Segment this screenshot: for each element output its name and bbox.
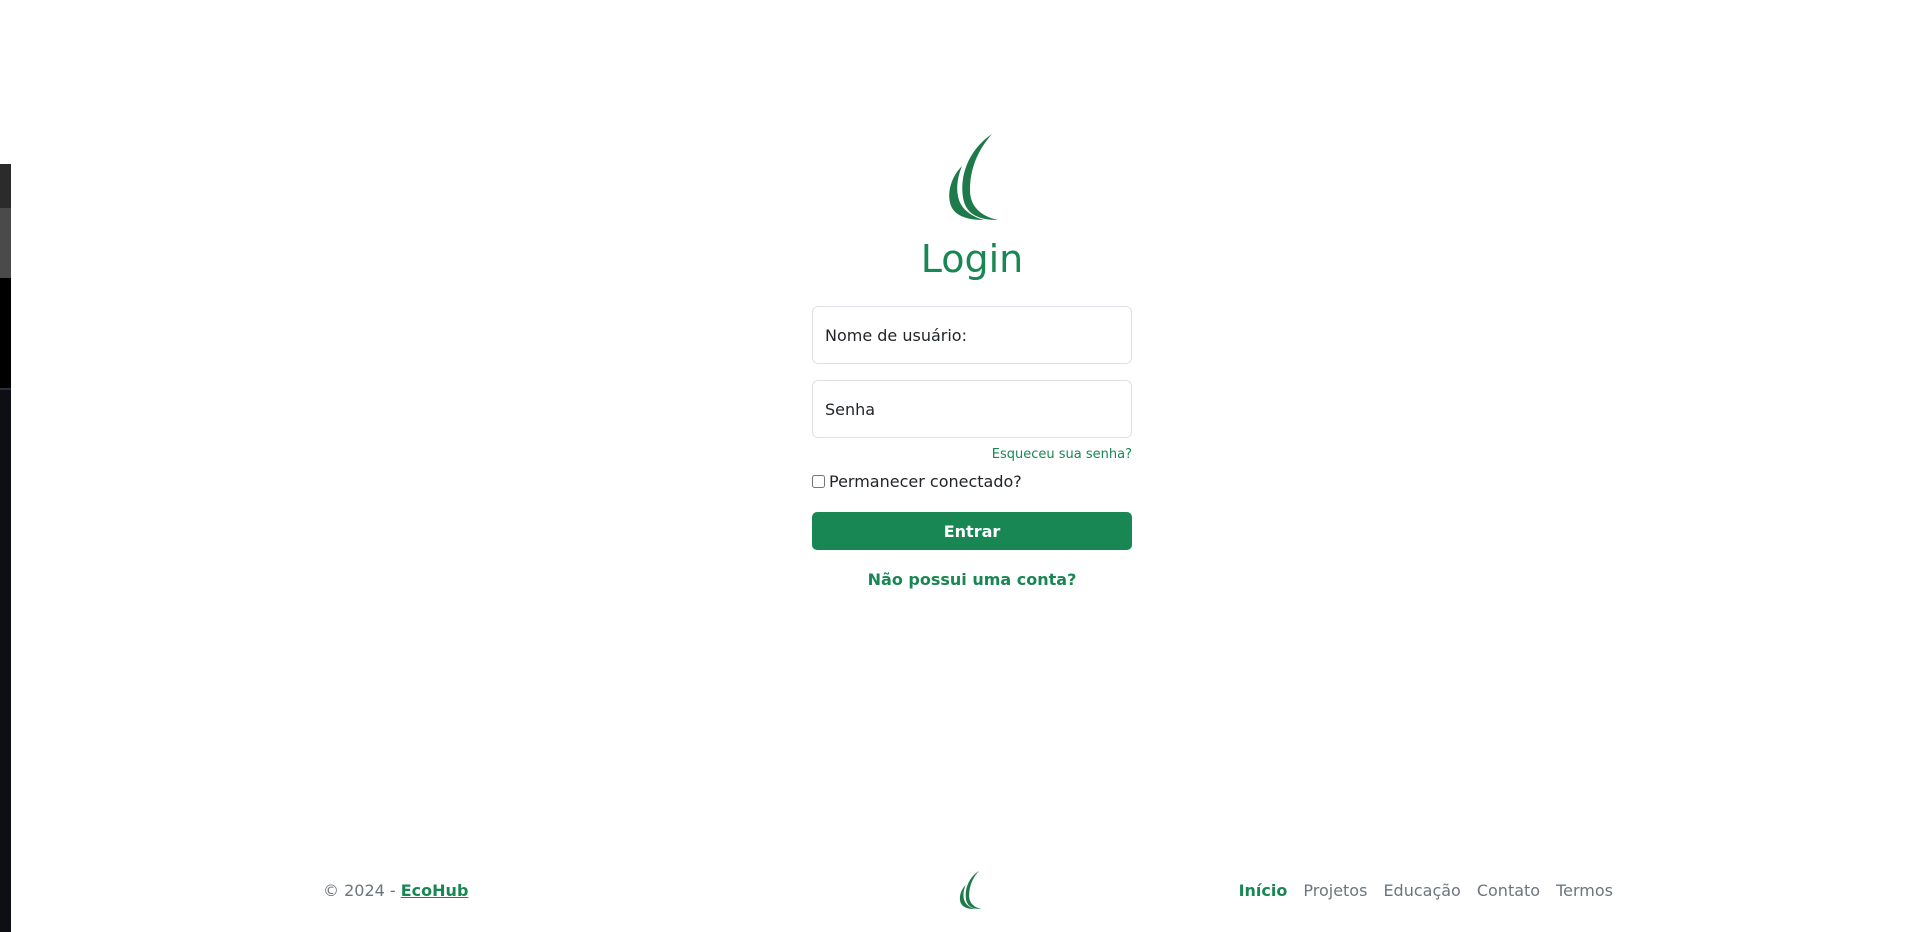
login-page: Login Esqueceu sua senha? Permanecer con… (0, 0, 1927, 932)
remember-me[interactable]: Permanecer conectado? (812, 472, 1132, 491)
footer-nav-projetos[interactable]: Projetos (1303, 881, 1367, 900)
background-window-edge (0, 164, 11, 932)
login-form: Login Esqueceu sua senha? Permanecer con… (812, 132, 1132, 589)
copyright-text: © 2024 - (323, 881, 401, 900)
password-field[interactable] (812, 380, 1132, 438)
footer-nav: Início Projetos Educação Contato Termos (1239, 881, 1613, 900)
remember-me-label: Permanecer conectado? (829, 472, 1022, 491)
remember-me-checkbox[interactable] (812, 475, 825, 488)
footer-nav-inicio[interactable]: Início (1239, 881, 1288, 900)
footer-nav-termos[interactable]: Termos (1556, 881, 1613, 900)
footer-nav-educacao[interactable]: Educação (1383, 881, 1460, 900)
username-input[interactable] (813, 307, 1131, 363)
footer-nav-contato[interactable]: Contato (1477, 881, 1540, 900)
footer-copyright: © 2024 - EcoHub (323, 881, 468, 900)
footer-logo-icon[interactable] (953, 870, 987, 910)
ecohub-logo-icon (949, 134, 998, 220)
footer: © 2024 - EcoHub Início Projetos Educação… (323, 868, 1613, 912)
username-field[interactable] (812, 306, 1132, 364)
signup-link[interactable]: Não possui uma conta? (812, 570, 1132, 589)
forgot-password-link[interactable]: Esqueceu sua senha? (812, 447, 1132, 462)
page-title: Login (920, 237, 1024, 281)
password-input[interactable] (813, 381, 1131, 437)
login-button[interactable]: Entrar (812, 512, 1132, 550)
footer-brand-link[interactable]: EcoHub (401, 881, 469, 900)
